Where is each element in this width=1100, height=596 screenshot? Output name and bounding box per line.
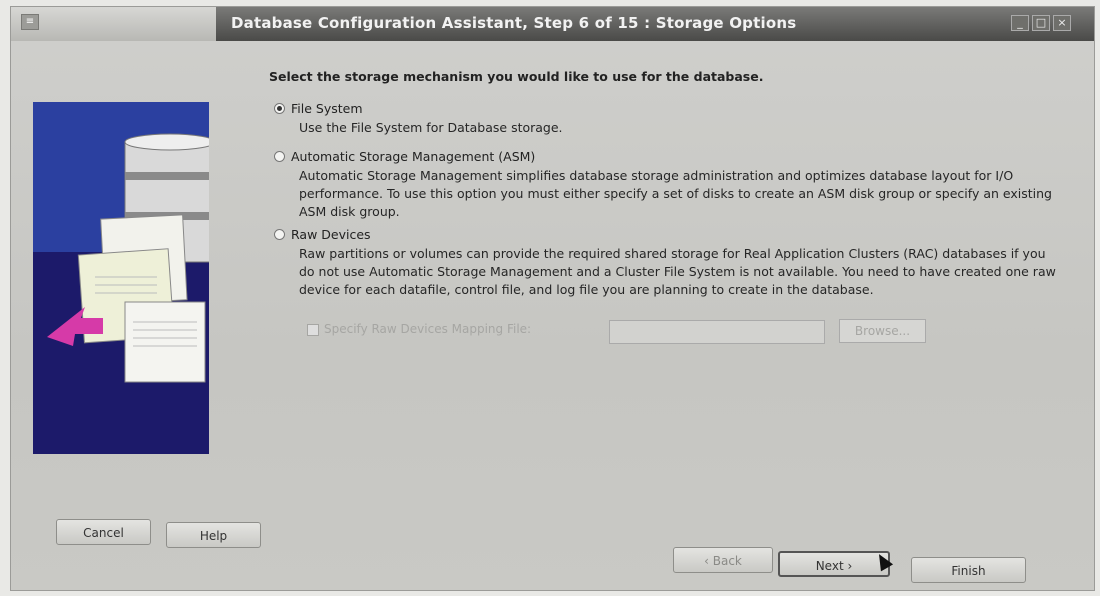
title-bar-left <box>11 7 216 41</box>
back-button[interactable]: ‹ Back <box>673 547 773 573</box>
raw-mapping-label: Specify Raw Devices Mapping File: <box>324 322 532 336</box>
raw-mapping-row[interactable]: Specify Raw Devices Mapping File: <box>307 322 531 336</box>
raw-mapping-file-input[interactable] <box>609 320 825 344</box>
next-button-label: Next <box>815 559 844 573</box>
system-menu-icon[interactable]: ≡ <box>21 14 39 30</box>
wizard-illustration <box>33 102 209 454</box>
next-button[interactable]: Next › <box>778 551 890 577</box>
option-description: Raw partitions or volumes can provide th… <box>299 246 1056 297</box>
option-description: Use the File System for Database storage… <box>299 120 563 135</box>
close-icon[interactable]: × <box>1053 15 1071 31</box>
option-file-system[interactable]: File System <box>274 101 363 116</box>
page-heading: Select the storage mechanism you would l… <box>269 69 764 84</box>
option-raw-devices[interactable]: Raw Devices <box>274 227 371 242</box>
option-label: Raw Devices <box>291 227 371 242</box>
option-description: Automatic Storage Management simplifies … <box>299 168 1052 219</box>
dbca-window: ≡ Database Configuration Assistant, Step… <box>10 6 1095 591</box>
help-button[interactable]: Help <box>166 522 261 548</box>
radio-raw-devices[interactable] <box>274 229 285 240</box>
storage-options-panel: Select the storage mechanism you would l… <box>269 67 1069 397</box>
option-asm[interactable]: Automatic Storage Management (ASM) <box>274 149 535 164</box>
maximize-icon[interactable]: □ <box>1032 15 1050 31</box>
next-arrow-icon: › <box>843 559 853 573</box>
database-documents-icon <box>47 133 209 383</box>
title-bar[interactable]: ≡ Database Configuration Assistant, Step… <box>11 7 1094 41</box>
browse-button[interactable]: Browse... <box>839 319 926 343</box>
cancel-button[interactable]: Cancel <box>56 519 151 545</box>
raw-mapping-checkbox[interactable] <box>307 323 319 336</box>
window-title: Database Configuration Assistant, Step 6… <box>231 14 797 32</box>
back-button-label: Back <box>712 554 742 568</box>
back-arrow-icon: ‹ <box>704 554 713 568</box>
minimize-icon[interactable]: _ <box>1011 15 1029 31</box>
radio-asm[interactable] <box>274 151 285 162</box>
radio-file-system[interactable] <box>274 103 285 114</box>
finish-button[interactable]: Finish <box>911 557 1026 583</box>
option-label: Automatic Storage Management (ASM) <box>291 149 536 164</box>
option-label: File System <box>291 101 363 116</box>
